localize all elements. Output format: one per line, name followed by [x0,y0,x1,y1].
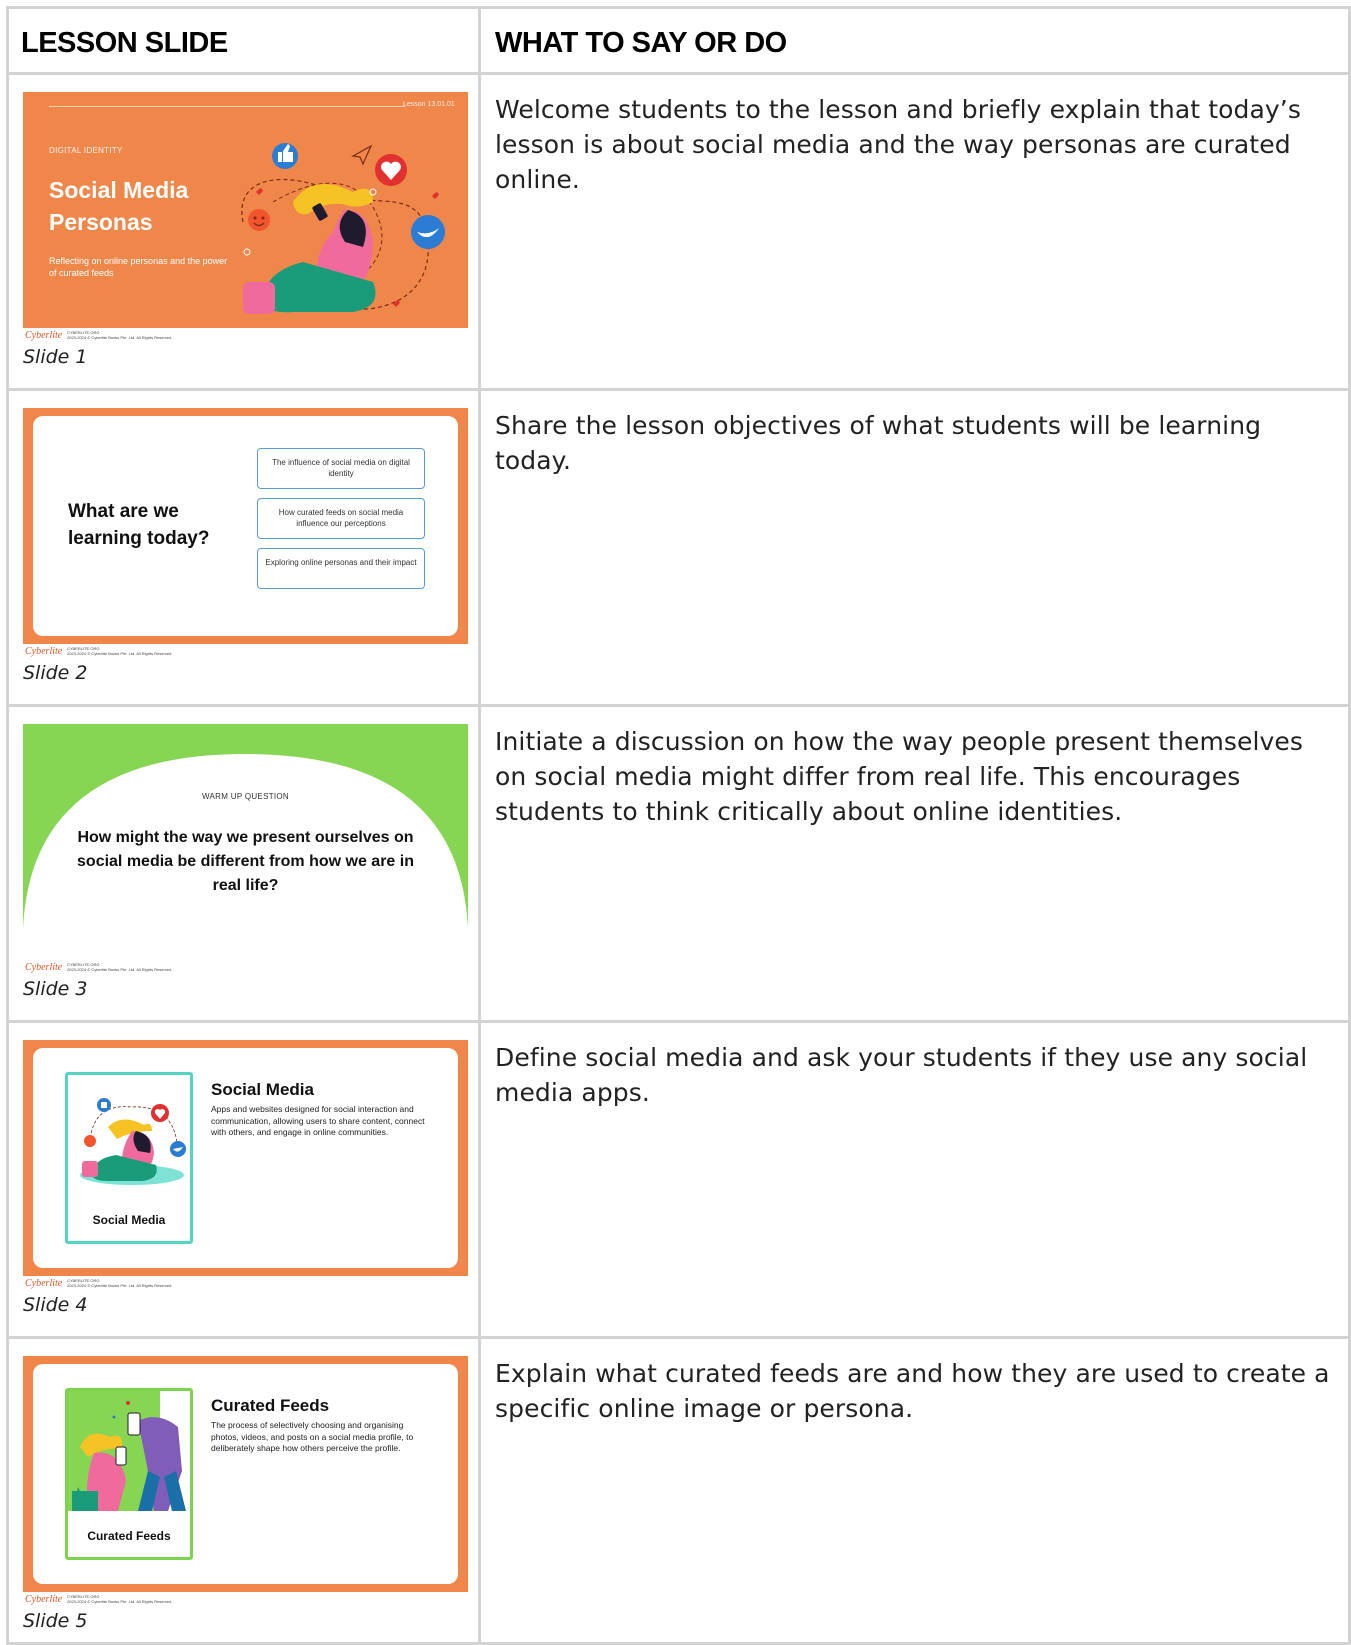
social-media-illustration [80,1098,186,1185]
header-lesson-slide: LESSON SLIDE [6,6,481,75]
slide-cell: What are we learning today? The influenc… [6,388,481,707]
feature-title: Social Media [211,1080,314,1099]
cyberlite-logo: Cyberlite [25,330,63,341]
slide-caption: Slide 3 [23,978,88,1000]
smiley-icon [248,209,270,231]
curated-feeds-illustration [68,1391,186,1511]
social-media-illustration [241,143,445,314]
feature-card-label: Curated Feeds [87,1529,171,1543]
slide-card: Social Media Social Media Apps and websi… [33,1048,458,1268]
header-what-to-say: WHAT TO SAY OR DO [478,6,1351,75]
cyberlite-logo: Cyberlite [25,962,63,973]
table-row: Social Media Social Media Apps and websi… [6,1020,1351,1339]
footer-copyright: CYBERLITE.ORG 2023-2024 © Cyberlite Books… [67,646,173,656]
heart-icon [375,154,407,186]
slide-thumbnail[interactable]: Curated Feeds Curated Feeds The process … [23,1356,468,1592]
slide-footer: Cyberlite CYBERLITE.ORG 2023-2024 © Cyber… [23,328,470,344]
slide-question: How might the way we present ourselves o… [77,829,414,894]
say-cell: Explain what curated feeds are and how t… [478,1336,1351,1645]
lesson-number: Lesson 13.01.01 [403,101,455,108]
slide-footer: Cyberlite CYBERLITE.ORG 2023-2024 © Cyber… [23,960,470,976]
cyberlite-logo: Cyberlite [25,1594,63,1605]
footer-copyright: CYBERLITE.ORG 2023-2024 © Cyberlite Books… [67,1594,173,1604]
footer-copyright: CYBERLITE.ORG 2023-2024 © Cyberlite Books… [67,962,173,972]
slide-caption: Slide 4 [23,1294,88,1316]
slide-cell: Social Media Social Media Apps and websi… [6,1020,481,1339]
say-cell: Initiate a discussion on how the way peo… [478,704,1351,1023]
slide-cell: Curated Feeds Curated Feeds The process … [6,1336,481,1645]
slide-thumbnail[interactable]: What are we learning today? The influenc… [23,408,468,644]
slide-footer: Cyberlite CYBERLITE.ORG 2023-2024 © Cyber… [23,644,470,660]
smiley-icon [84,1135,96,1147]
slide-caption: Slide 5 [23,1610,88,1632]
slide-thumbnail[interactable]: Lesson 13.01.01 DIGITAL IDENTITY Social … [23,92,468,328]
objective-box: Exploring online personas and their impa… [257,548,425,589]
say-cell: Define social media and ask your student… [478,1020,1351,1339]
cyberlite-logo: Cyberlite [25,1278,63,1289]
feature-description: The process of selectively choosing and … [211,1420,414,1453]
footer-copyright: CYBERLITE.ORG 2023-2024 © Cyberlite Books… [67,1278,173,1288]
feature-card: Social Media [65,1072,193,1244]
slide-title: Social Media Personas [49,177,189,235]
slide-question: What are we learning today? [68,501,210,549]
lesson-plan-sheet: LESSON SLIDE WHAT TO SAY OR DO Lesson 13… [6,6,1351,1645]
divider [49,106,405,107]
lesson-table: LESSON SLIDE WHAT TO SAY OR DO Lesson 13… [6,6,1351,1645]
thumbs-up-icon [272,143,298,169]
bird-icon [411,215,445,249]
say-cell: Welcome students to the lesson and brief… [478,72,1351,391]
slide-subtitle: Reflecting on online personas and the po… [49,256,228,278]
footer-copyright: CYBERLITE.ORG 2023-2024 © Cyberlite Books… [67,330,173,340]
table-row: What are we learning today? The influenc… [6,388,1351,707]
slide-footer: Cyberlite CYBERLITE.ORG 2023-2024 © Cyber… [23,1276,470,1292]
thumbs-up-icon [97,1098,111,1112]
slide-caption: Slide 1 [23,346,88,368]
table-row: Curated Feeds Curated Feeds The process … [6,1336,1351,1645]
header-row: LESSON SLIDE WHAT TO SAY OR DO [6,6,1351,75]
slide-card: Curated Feeds Curated Feeds The process … [33,1364,458,1584]
slide-footer: Cyberlite CYBERLITE.ORG 2023-2024 © Cyber… [23,1592,470,1608]
cyberlite-logo: Cyberlite [25,646,63,657]
feature-description: Apps and websites designed for social in… [211,1104,425,1137]
bird-icon [170,1141,186,1157]
table-row: Lesson 13.01.01 DIGITAL IDENTITY Social … [6,72,1351,391]
slide-thumbnail[interactable]: WARM UP QUESTION How might the way we pr… [23,724,468,960]
say-cell: Share the lesson objectives of what stud… [478,388,1351,707]
feature-title: Curated Feeds [211,1396,330,1415]
slide-kicker: DIGITAL IDENTITY [49,146,123,155]
table-row: WARM UP QUESTION How might the way we pr… [6,704,1351,1023]
feature-card-label: Social Media [92,1213,166,1227]
slide-kicker: WARM UP QUESTION [201,792,290,801]
slide-thumbnail[interactable]: Social Media Social Media Apps and websi… [23,1040,468,1276]
slide-card: What are we learning today? The influenc… [33,416,458,636]
objective-box: How curated feeds on social media influe… [257,498,425,539]
feature-card: Curated Feeds [65,1388,193,1560]
slide-cell: WARM UP QUESTION How might the way we pr… [6,704,481,1023]
slide-cell: Lesson 13.01.01 DIGITAL IDENTITY Social … [6,72,481,391]
cursor-icon [351,144,373,166]
slide-caption: Slide 2 [23,662,88,684]
objective-box: The influence of social media on digital… [257,448,425,489]
heart-icon [151,1104,169,1122]
